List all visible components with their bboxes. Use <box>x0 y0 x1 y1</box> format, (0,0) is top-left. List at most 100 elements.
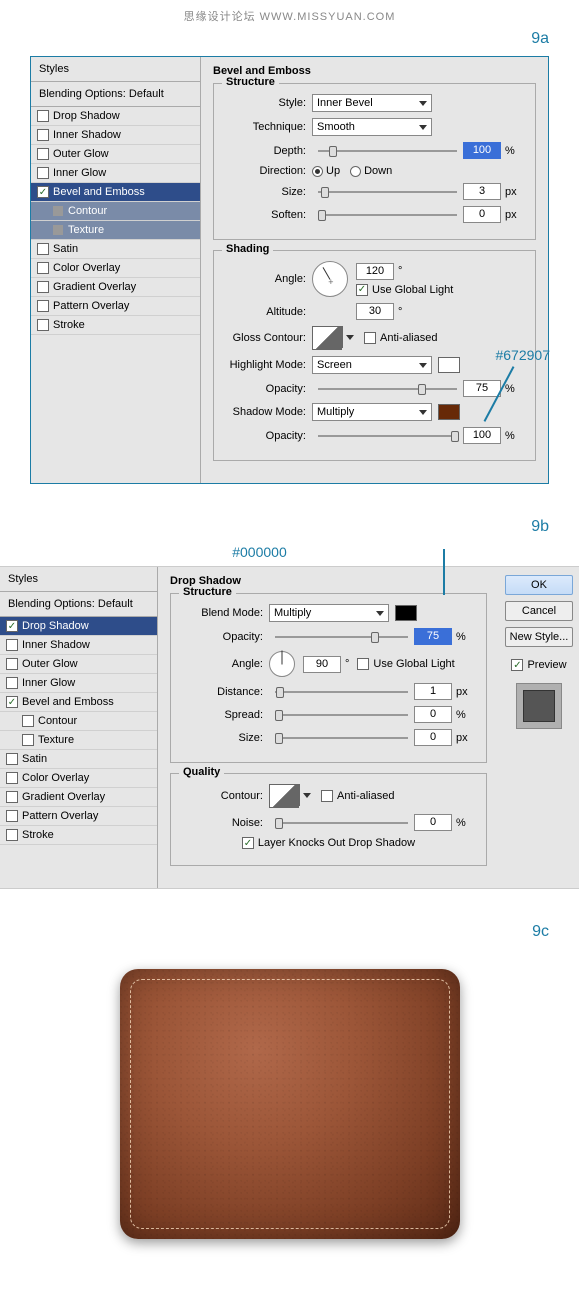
style-inner-shadow[interactable]: Inner Shadow <box>0 636 157 655</box>
shadow-mode-dropdown[interactable]: Multiply <box>312 403 432 421</box>
blending-options[interactable]: Blending Options: Default <box>0 592 157 617</box>
h-opacity-slider[interactable] <box>318 382 457 396</box>
depth-input[interactable]: 100 <box>463 142 501 159</box>
style-inner-glow[interactable]: Inner Glow <box>0 674 157 693</box>
highlight-mode-dropdown[interactable]: Screen <box>312 356 432 374</box>
checkbox-icon[interactable] <box>37 110 49 122</box>
s-opacity-input[interactable]: 100 <box>463 427 501 444</box>
s-opacity-slider[interactable] <box>318 429 457 443</box>
checkbox-icon[interactable] <box>37 129 49 141</box>
checkbox-icon[interactable] <box>6 620 18 632</box>
checkbox-icon[interactable] <box>6 696 18 708</box>
checkbox-icon[interactable] <box>37 148 49 160</box>
checkbox-icon[interactable] <box>6 810 18 822</box>
style-stroke[interactable]: Stroke <box>31 316 200 335</box>
style-texture-sub[interactable]: Texture <box>0 731 157 750</box>
checkbox-icon[interactable] <box>6 791 18 803</box>
contour-dropdown[interactable] <box>299 784 307 806</box>
style-pattern-overlay[interactable]: Pattern Overlay <box>31 297 200 316</box>
size-slider[interactable] <box>275 731 408 745</box>
checkbox-icon[interactable] <box>6 658 18 670</box>
style-outer-glow[interactable]: Outer Glow <box>31 145 200 164</box>
style-dropdown[interactable]: Inner Bevel <box>312 94 432 112</box>
spread-input[interactable]: 0 <box>414 706 452 723</box>
gloss-label: Gloss Contour: <box>224 332 306 344</box>
style-outer-glow[interactable]: Outer Glow <box>0 655 157 674</box>
style-inner-shadow[interactable]: Inner Shadow <box>31 126 200 145</box>
angle-wheel[interactable] <box>269 651 295 677</box>
gloss-contour[interactable] <box>312 326 342 350</box>
checkbox-icon[interactable] <box>37 262 49 274</box>
blend-mode-dropdown[interactable]: Multiply <box>269 604 389 622</box>
angle-wheel[interactable]: + <box>312 261 348 297</box>
soften-slider[interactable] <box>318 208 457 222</box>
checkbox-icon[interactable] <box>37 167 49 179</box>
style-satin[interactable]: Satin <box>31 240 200 259</box>
ok-button[interactable]: OK <box>505 575 573 595</box>
noise-slider[interactable] <box>275 816 408 830</box>
style-inner-glow[interactable]: Inner Glow <box>31 164 200 183</box>
antialiased-checkbox[interactable] <box>321 790 333 802</box>
blend-color-swatch[interactable] <box>395 605 417 621</box>
step-label-9c: 9c <box>0 919 579 949</box>
opacity-input[interactable]: 75 <box>414 628 452 645</box>
shadow-color-swatch[interactable] <box>438 404 460 420</box>
opacity-slider[interactable] <box>275 630 408 644</box>
technique-dropdown[interactable]: Smooth <box>312 118 432 136</box>
sub-icon <box>53 225 63 235</box>
depth-slider[interactable] <box>318 144 457 158</box>
checkbox-icon[interactable] <box>37 281 49 293</box>
highlight-color-swatch[interactable] <box>438 357 460 373</box>
size-slider[interactable] <box>318 185 457 199</box>
checkbox-icon[interactable] <box>37 300 49 312</box>
checkbox-icon[interactable] <box>6 677 18 689</box>
contour-dropdown[interactable] <box>342 326 350 348</box>
cancel-button[interactable]: Cancel <box>505 601 573 621</box>
new-style-button[interactable]: New Style... <box>505 627 573 647</box>
contour-swatch[interactable] <box>269 784 299 808</box>
style-contour-sub[interactable]: Contour <box>0 712 157 731</box>
checkbox-icon[interactable] <box>37 243 49 255</box>
distance-input[interactable]: 1 <box>414 683 452 700</box>
antialiased-checkbox[interactable] <box>364 332 376 344</box>
style-bevel-emboss[interactable]: Bevel and Emboss <box>0 693 157 712</box>
size-input[interactable]: 3 <box>463 183 501 200</box>
checkbox-icon[interactable] <box>37 186 49 198</box>
checkbox-icon[interactable] <box>6 639 18 651</box>
angle-input[interactable]: 90 <box>303 656 341 673</box>
angle-input[interactable]: 120 <box>356 263 394 280</box>
style-color-overlay[interactable]: Color Overlay <box>31 259 200 278</box>
blending-options[interactable]: Blending Options: Default <box>31 82 200 107</box>
style-satin[interactable]: Satin <box>0 750 157 769</box>
style-drop-shadow[interactable]: Drop Shadow <box>31 107 200 126</box>
style-gradient-overlay[interactable]: Gradient Overlay <box>0 788 157 807</box>
knockout-checkbox[interactable] <box>242 837 254 849</box>
direction-up[interactable]: Up <box>312 165 340 177</box>
noise-input[interactable]: 0 <box>414 814 452 831</box>
global-light-checkbox[interactable] <box>356 284 368 296</box>
checkbox-icon[interactable] <box>22 715 34 727</box>
style-gradient-overlay[interactable]: Gradient Overlay <box>31 278 200 297</box>
checkbox-icon[interactable] <box>6 829 18 841</box>
global-light-checkbox[interactable] <box>357 658 369 670</box>
style-texture-sub[interactable]: Texture <box>31 221 200 240</box>
h-opacity-input[interactable]: 75 <box>463 380 501 397</box>
size-input[interactable]: 0 <box>414 729 452 746</box>
checkbox-icon[interactable] <box>6 753 18 765</box>
spread-slider[interactable] <box>275 708 408 722</box>
preview-checkbox-row[interactable]: Preview <box>511 659 566 671</box>
unit: px <box>505 209 525 221</box>
style-contour-sub[interactable]: Contour <box>31 202 200 221</box>
checkbox-icon[interactable] <box>22 734 34 746</box>
checkbox-icon[interactable] <box>37 319 49 331</box>
style-stroke[interactable]: Stroke <box>0 826 157 845</box>
soften-input[interactable]: 0 <box>463 206 501 223</box>
direction-down[interactable]: Down <box>350 165 392 177</box>
style-color-overlay[interactable]: Color Overlay <box>0 769 157 788</box>
style-bevel-emboss[interactable]: Bevel and Emboss <box>31 183 200 202</box>
altitude-input[interactable]: 30 <box>356 303 394 320</box>
style-pattern-overlay[interactable]: Pattern Overlay <box>0 807 157 826</box>
style-drop-shadow[interactable]: Drop Shadow <box>0 617 157 636</box>
checkbox-icon[interactable] <box>6 772 18 784</box>
distance-slider[interactable] <box>275 685 408 699</box>
